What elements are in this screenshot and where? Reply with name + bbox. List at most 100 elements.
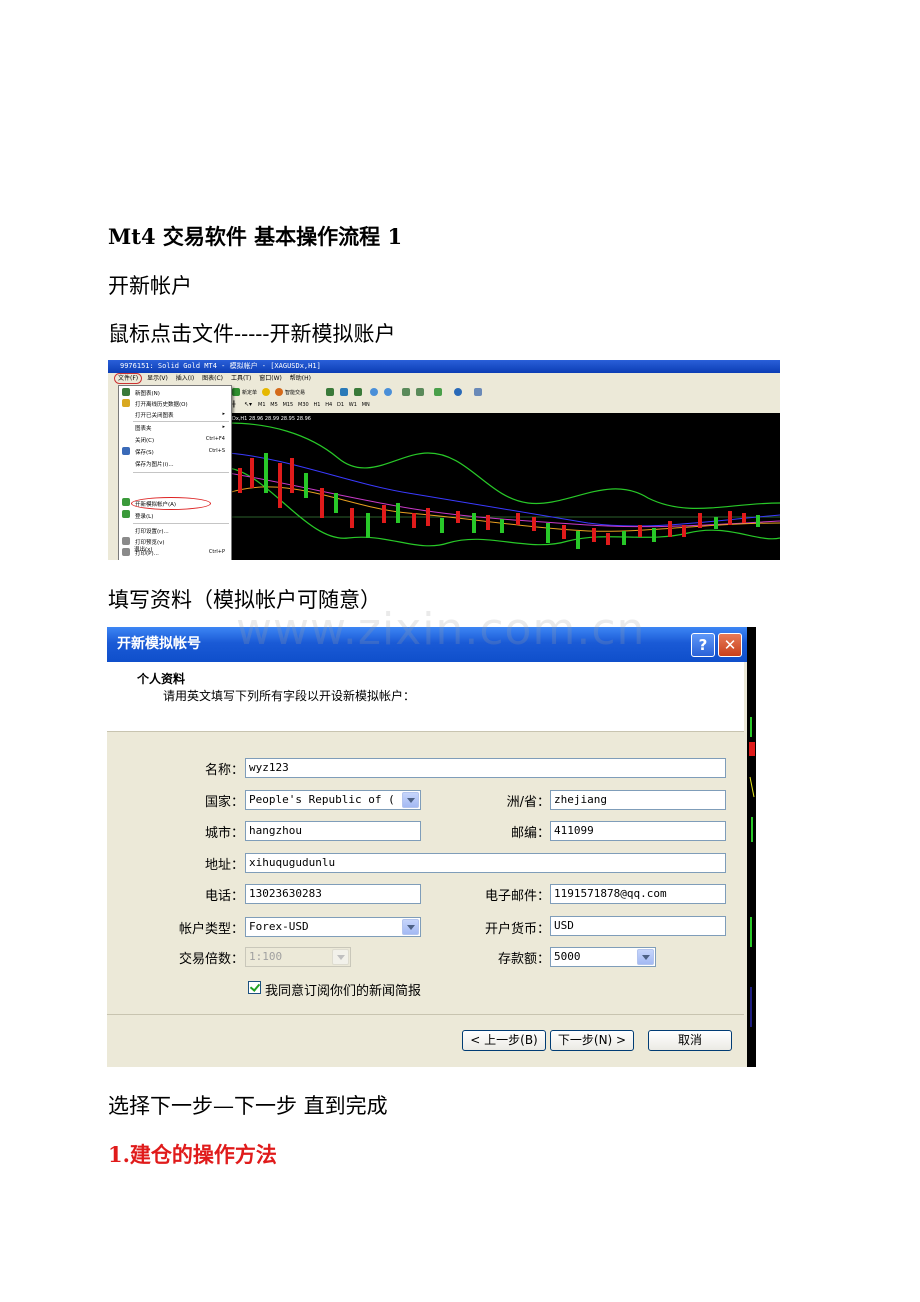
templates-icon[interactable] — [474, 388, 482, 396]
section-open-position: 1.建仓的操作方法 — [108, 1142, 277, 1167]
account-type-select[interactable]: Forex-USD — [245, 917, 421, 937]
menu-insert[interactable]: 插入(I) — [173, 373, 197, 385]
open-folder-icon — [122, 399, 130, 407]
instruction-next: 选择下一步—下一步 直到完成 — [108, 1094, 388, 1118]
timeframe-w1[interactable]: W1 — [349, 402, 357, 408]
currency-label: 开户货币： — [484, 922, 550, 937]
timeframe-h4[interactable]: H4 — [325, 402, 332, 408]
new-order-icon — [232, 388, 240, 396]
file-menu-exit[interactable]: 退出(x) — [134, 545, 153, 553]
zip-label: 邮编： — [510, 826, 550, 841]
close-button[interactable]: ✕ — [718, 633, 742, 657]
cursor-tool-icon[interactable]: ╂ — [232, 401, 236, 408]
submenu-arrow-icon: ▸ — [222, 411, 225, 417]
footer-separator — [107, 1014, 744, 1015]
file-menu-open-closed-chart[interactable]: 打开已关闭图表 — [135, 411, 174, 419]
newsletter-label[interactable]: 我同意订阅你们的新闻简报 — [265, 980, 421, 999]
print-preview-icon — [122, 537, 130, 545]
timeframe-mn[interactable]: MN — [362, 402, 370, 408]
save-icon — [122, 447, 130, 455]
next-button[interactable]: 下一步(N) > — [550, 1030, 634, 1051]
account-type-label: 帐户类型： — [178, 922, 244, 937]
deposit-value: 5000 — [554, 950, 581, 963]
help-button[interactable]: ? — [691, 633, 715, 657]
expert-icon — [275, 388, 283, 396]
timeframe-m5[interactable]: M5 — [270, 402, 278, 408]
email-field[interactable]: 1191571878@qq.com — [550, 884, 726, 904]
menu-help[interactable]: 帮助(H) — [287, 373, 314, 385]
city-field[interactable]: hangzhou — [245, 821, 421, 841]
navigator-icon[interactable] — [262, 388, 270, 396]
zoom-in-icon[interactable] — [370, 388, 378, 396]
line-chart-icon[interactable] — [354, 388, 362, 396]
country-select[interactable]: People's Republic of ( — [245, 790, 421, 810]
file-menu-save[interactable]: 保存(S) — [135, 448, 154, 456]
file-menu-login[interactable]: 登录(L) — [135, 512, 153, 520]
menu-tools[interactable]: 工具(T) — [228, 373, 254, 385]
deposit-select[interactable]: 5000 — [550, 947, 656, 967]
timeframe-m1[interactable]: M1 — [258, 402, 266, 408]
zoom-out-icon[interactable] — [384, 388, 392, 396]
menu-charts[interactable]: 图表(C) — [199, 373, 226, 385]
file-dropdown-menu: 新图表(N) 打开离线历史数据(O) 打开已关闭图表 ▸ 图表夹 ▸ 关闭(C)… — [118, 385, 232, 560]
timeframe-m15[interactable]: M15 — [283, 402, 294, 408]
account-type-value: Forex-USD — [249, 920, 309, 933]
zip-field[interactable]: 411099 — [550, 821, 726, 841]
dialog-title: 开新模拟帐号 — [107, 627, 747, 662]
name-field[interactable]: wyz123 — [245, 758, 726, 778]
file-menu-open-offline[interactable]: 打开离线历史数据(O) — [135, 400, 188, 408]
chevron-down-icon[interactable] — [402, 792, 419, 808]
file-menu-print-setup[interactable]: 打印设置(r)... — [135, 527, 169, 535]
phone-field[interactable]: 13023630283 — [245, 884, 421, 904]
price-chart[interactable] — [227, 413, 780, 560]
timeframe-d1[interactable]: D1 — [337, 402, 344, 408]
address-field[interactable]: xihuqugudunlu — [245, 853, 726, 873]
bar-chart-icon[interactable] — [326, 388, 334, 396]
email-label: 电子邮件： — [484, 889, 550, 904]
menu-view[interactable]: 显示(V) — [144, 373, 171, 385]
chart-symbol-label: Dx,H1 28.96 28.99 28.95 28.96 — [232, 416, 311, 422]
menu-separator — [133, 421, 229, 422]
draw-tool-icon[interactable]: ↖▾ — [244, 401, 252, 408]
leverage-label: 交易倍数： — [178, 952, 244, 967]
city-label: 城市： — [204, 826, 244, 841]
newsletter-checkbox[interactable] — [248, 981, 261, 994]
menu-file[interactable]: 文件(F) — [114, 373, 143, 384]
shortcut-label: Ctrl+P — [208, 549, 225, 555]
header-subtitle: 请用英文填写下列所有字段以开设新模拟帐户： — [163, 689, 416, 703]
submenu-arrow-icon: ▸ — [222, 424, 225, 430]
section-open-account: 开新帐户 — [108, 274, 192, 298]
file-menu-save-picture[interactable]: 保存为图片(i)... — [135, 460, 174, 468]
instruction-click-file: 鼠标点击文件-----开新模拟账户 — [108, 322, 396, 346]
doc-heading: Mt4 交易软件 基本操作流程 1 — [108, 224, 403, 249]
state-label: 洲/省： — [506, 795, 550, 810]
highlight-oval — [131, 497, 211, 510]
candle-chart-icon[interactable] — [340, 388, 348, 396]
indicators-icon[interactable] — [434, 388, 442, 396]
file-menu-close[interactable]: 关闭(C) — [135, 436, 154, 444]
menu-window[interactable]: 窗口(W) — [256, 373, 285, 385]
file-menu-new-chart[interactable]: 新图表(N) — [135, 389, 160, 397]
cancel-button[interactable]: 取消 — [648, 1030, 732, 1051]
currency-field[interactable]: USD — [550, 916, 726, 936]
chevron-down-icon[interactable] — [637, 949, 654, 965]
file-menu-profiles[interactable]: 图表夹 — [135, 424, 152, 432]
mt4-screenshot: 9976151: Solid Gold MT4 - 模拟帐户 - [XAGUSD… — [108, 360, 780, 560]
timeframe-m30[interactable]: M30 — [298, 402, 309, 408]
new-order-button[interactable]: 新定单 — [242, 389, 257, 396]
chart-shift-icon[interactable] — [416, 388, 424, 396]
state-field[interactable]: zhejiang — [550, 790, 726, 810]
back-button[interactable]: < 上一步(B) — [462, 1030, 546, 1051]
candlestick-chart — [227, 422, 780, 549]
periods-icon[interactable] — [454, 388, 462, 396]
autoscroll-icon[interactable] — [402, 388, 410, 396]
mt4-titlebar: 9976151: Solid Gold MT4 - 模拟帐户 - [XAGUSD… — [108, 360, 780, 373]
open-account-icon — [122, 498, 130, 506]
chevron-down-icon[interactable] — [402, 919, 419, 935]
timeframe-h1[interactable]: H1 — [314, 402, 321, 408]
menu-separator — [133, 523, 229, 524]
name-label: 名称： — [204, 763, 244, 778]
expert-button[interactable]: 智能交易 — [285, 389, 305, 396]
open-demo-account-dialog: 开新模拟帐号 ? ✕ 个人资料 请用英文填写下列所有字段以开设新模拟帐户： 名称… — [107, 627, 756, 1067]
country-label: 国家： — [204, 795, 244, 810]
